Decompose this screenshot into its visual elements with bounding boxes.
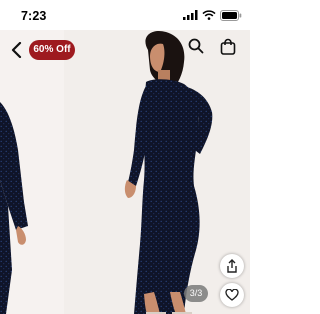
product-image[interactable] [0,30,250,314]
status-time: 7:23 [21,9,47,23]
signal-icon [183,10,198,20]
product-screen: 7:23 60% Off 3/3 [0,0,250,314]
heart-icon [225,289,239,301]
favorite-button[interactable] [220,283,244,307]
search-icon [188,38,204,54]
battery-icon [220,9,242,21]
share-icon [227,259,237,273]
status-icons [183,9,242,21]
back-button[interactable] [4,37,30,63]
image-counter: 3/3 [184,285,208,302]
share-button[interactable] [220,254,244,278]
wifi-icon [202,10,216,20]
discount-badge: 60% Off [29,40,75,60]
back-arrow-icon [11,42,22,58]
shopping-bag-icon [220,38,236,55]
shopping-bag-button[interactable] [215,33,241,59]
search-button[interactable] [183,33,209,59]
product-photo [0,30,250,314]
status-bar: 7:23 [0,0,250,30]
